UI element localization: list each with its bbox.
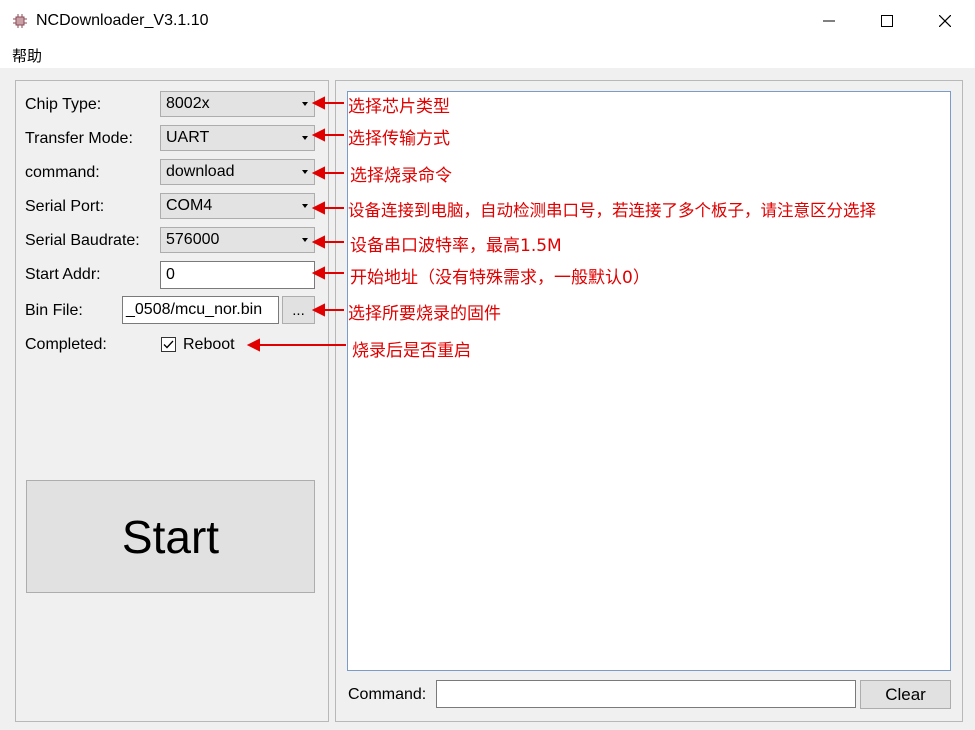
annotation-chip-type: 选择芯片类型 (348, 97, 450, 117)
annotation-baudrate: 设备串口波特率，最高1.5M (350, 236, 562, 256)
annotation-start-addr: 开始地址（没有特殊需求，一般默认0） (350, 268, 650, 288)
annotation-transfer-mode: 选择传输方式 (348, 129, 450, 149)
annotation-serial-port: 设备连接到电脑，自动检测串口号，若连接了多个板子，请注意区分选择 (348, 201, 876, 220)
app-window: NCDownloader_V3.1.10 帮助 Chip Type: 8002x… (0, 0, 975, 730)
annotation-arrows (246, 96, 346, 352)
annotation-bin-file: 选择所要烧录的固件 (348, 304, 501, 324)
annotation-reboot: 烧录后是否重启 (352, 341, 471, 361)
annotation-command: 选择烧录命令 (350, 166, 452, 186)
